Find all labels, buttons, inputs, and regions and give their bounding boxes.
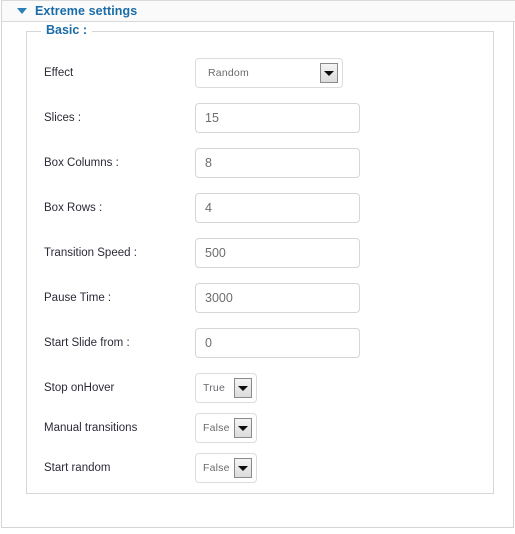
select-effect[interactable]: Random — [195, 58, 343, 88]
select-value-manual-transitions: False — [203, 422, 230, 434]
input-transition-speed[interactable] — [195, 238, 360, 268]
field-label-manual-transitions: Manual transitions — [44, 422, 138, 434]
settings-row: Box Rows : — [27, 193, 493, 227]
input-slices[interactable] — [195, 103, 360, 133]
field-label-box-rows: Box Rows : — [44, 202, 103, 214]
basic-settings-fieldset: Basic : EffectRandomSlices :Box Columns … — [26, 23, 494, 494]
chevron-down-icon — [324, 70, 334, 76]
settings-row: Transition Speed : — [27, 238, 493, 272]
field-label-effect: Effect — [44, 67, 74, 79]
settings-row: Box Columns : — [27, 148, 493, 182]
chevron-down-icon — [238, 465, 248, 471]
dropdown-button-start-random[interactable] — [234, 458, 252, 478]
chevron-down-icon — [238, 425, 248, 431]
panel-header[interactable]: Extreme settings — [2, 0, 515, 22]
chevron-down-icon — [238, 385, 248, 391]
input-box-rows[interactable] — [195, 193, 360, 223]
page-title: Extreme settings — [35, 3, 138, 18]
settings-row: Stop onHover True — [27, 373, 493, 407]
settings-row: Start Slide from : — [27, 328, 493, 362]
input-start-slide-from[interactable] — [195, 328, 360, 358]
dropdown-button-effect[interactable] — [320, 63, 338, 83]
select-manual-transitions[interactable]: False — [195, 413, 257, 443]
field-label-start-slide-from: Start Slide from : — [44, 337, 130, 349]
input-box-columns[interactable] — [195, 148, 360, 178]
field-label-transition-speed: Transition Speed : — [44, 247, 137, 259]
settings-rows: Effect Random Slices : Box Columns : Box Row… — [27, 32, 493, 493]
settings-row: Manual transitions False — [27, 413, 493, 447]
settings-row: Slices : — [27, 103, 493, 137]
field-label-slices: Slices : — [44, 112, 82, 124]
field-label-stop-onhover: Stop onHover — [44, 382, 115, 394]
select-stop-onhover[interactable]: True — [195, 373, 257, 403]
input-pause-time[interactable] — [195, 283, 360, 313]
extreme-settings-panel: Extreme settings Basic : Effect Random Sli… — [1, 0, 515, 528]
settings-row: Pause Time : — [27, 283, 493, 317]
select-start-random[interactable]: False — [195, 453, 257, 483]
field-label-start-random: Start random — [44, 462, 111, 474]
settings-row: Effect Random — [27, 58, 493, 92]
chevron-down-icon[interactable] — [17, 8, 27, 14]
dropdown-button-manual-transitions[interactable] — [234, 418, 252, 438]
select-value-effect: Random — [208, 67, 249, 79]
select-value-stop-onhover: True — [203, 382, 225, 394]
dropdown-button-stop-onhover[interactable] — [234, 378, 252, 398]
select-value-start-random: False — [203, 462, 230, 474]
settings-screen: Extreme settings Basic : Effect Random Sli… — [0, 0, 515, 534]
field-label-box-columns: Box Columns : — [44, 157, 119, 169]
settings-row: Start random False — [27, 453, 493, 487]
field-label-pause-time: Pause Time : — [44, 292, 112, 304]
